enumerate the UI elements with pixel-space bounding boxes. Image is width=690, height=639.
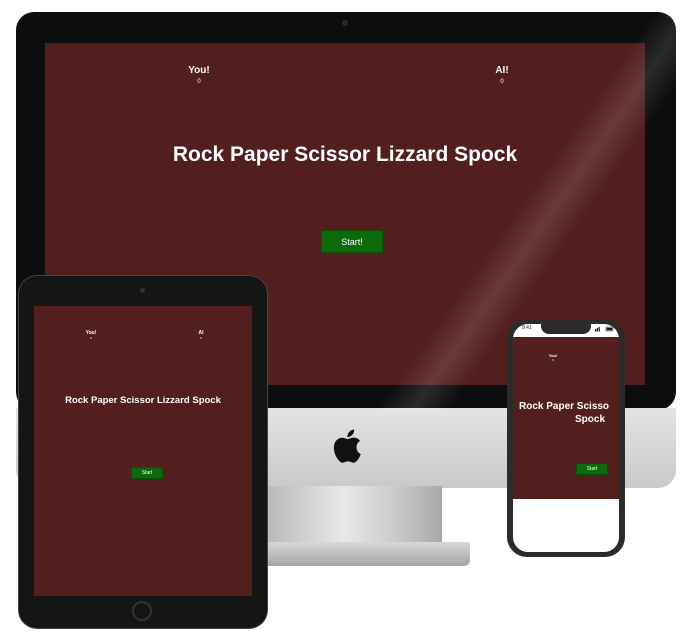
iphone-notch [541, 324, 591, 334]
imac-stand [262, 486, 442, 544]
ipad-home-button[interactable] [132, 601, 152, 621]
iphone-start-button[interactable]: Start [576, 463, 608, 475]
start-button[interactable]: Start! [321, 230, 383, 253]
player-label: You! [188, 65, 210, 76]
iphone-screen: You! 0 Rock Paper Scisso Spock Start [513, 337, 619, 499]
iphone-title-line2: Spock [575, 414, 606, 425]
status-time: 9:41 [522, 325, 532, 331]
apple-logo-icon [333, 429, 361, 463]
signal-battery-icon [595, 326, 614, 332]
status-icons [595, 326, 615, 334]
iphone-title-line1: Rock Paper Scisso [519, 401, 610, 412]
game-title: Rock Paper Scissor Lizzard Spock [172, 143, 518, 166]
ipad-ai-score: 0 [200, 336, 202, 340]
ai-label: AI! [495, 65, 509, 76]
ipad-start-button[interactable]: Start [131, 467, 163, 479]
ipad-camera [140, 288, 145, 293]
ipad-player-score: 0 [90, 336, 92, 340]
ai-score: 0 [500, 79, 504, 85]
player-score: 0 [197, 79, 201, 85]
imac-camera [342, 20, 348, 26]
iphone-player-score: 0 [552, 358, 554, 362]
ipad-game-title: Rock Paper Scissor Lizzard Spock [65, 395, 221, 406]
ipad-screen: You! 0 AI 0 Rock Paper Scissor Lizzard S… [34, 306, 252, 596]
